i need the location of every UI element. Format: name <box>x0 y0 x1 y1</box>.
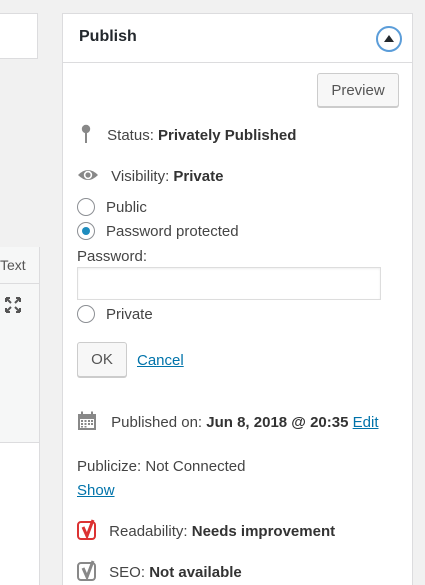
readability-label: Readability: <box>109 522 188 540</box>
pin-icon <box>81 124 91 148</box>
publicize-status: Publicize: Not Connected <box>77 458 246 475</box>
radio-password-label: Password protected <box>106 222 239 240</box>
published-on-label: Published on: <box>111 413 203 431</box>
readability-row: Readability: Needs improvement <box>77 519 335 545</box>
seo-label: SEO: <box>109 563 146 581</box>
visibility-option-public[interactable]: Public <box>77 198 147 216</box>
visibility-label: Visibility: <box>111 167 170 185</box>
radio-private[interactable] <box>77 305 95 323</box>
published-on-value: Jun 8, 2018 @ 20:35 <box>206 413 349 431</box>
editor-title-field[interactable] <box>0 13 38 59</box>
edit-date-link[interactable]: Edit <box>353 414 379 431</box>
yoast-gray-icon <box>77 560 99 585</box>
visibility-value: Private <box>173 167 224 185</box>
publish-title: Publish <box>79 28 137 45</box>
radio-public-label: Public <box>106 198 147 216</box>
radio-private-label: Private <box>106 305 153 323</box>
publicize-show-link[interactable]: Show <box>77 482 115 499</box>
publish-box: Publish Preview Status: Privately Publis… <box>62 13 413 585</box>
visibility-option-private[interactable]: Private <box>77 305 153 323</box>
editor-content-area[interactable] <box>0 442 40 585</box>
publish-header: Publish <box>63 14 412 63</box>
cancel-link[interactable]: Cancel <box>137 352 184 369</box>
preview-button[interactable]: Preview <box>317 73 399 107</box>
seo-row: SEO: Not available <box>77 560 242 585</box>
status-row: Status: Privately Published <box>77 124 296 148</box>
visibility-row: Visibility: Private <box>77 167 223 187</box>
seo-value: Not available <box>149 563 242 581</box>
password-input[interactable] <box>77 267 381 300</box>
password-label: Password: <box>77 248 148 265</box>
collapse-arrow-icon[interactable] <box>376 26 402 52</box>
editor-toolbar: Text <box>0 247 40 442</box>
radio-password-protected[interactable] <box>77 222 95 240</box>
tab-text[interactable]: Text <box>0 247 39 284</box>
ok-button[interactable]: OK <box>77 342 127 377</box>
eye-icon <box>77 167 99 187</box>
expand-icon[interactable] <box>3 295 23 315</box>
calendar-icon <box>77 411 97 435</box>
published-on-row: Published on: Jun 8, 2018 @ 20:35 Edit <box>77 411 379 435</box>
readability-value: Needs improvement <box>191 522 336 540</box>
status-label: Status: <box>107 126 154 144</box>
status-value: Privately Published <box>158 126 297 144</box>
yoast-red-icon <box>77 519 99 545</box>
visibility-option-password[interactable]: Password protected <box>77 222 239 240</box>
radio-public[interactable] <box>77 198 95 216</box>
page: Text Publish Preview Status: Privately P… <box>0 0 425 585</box>
